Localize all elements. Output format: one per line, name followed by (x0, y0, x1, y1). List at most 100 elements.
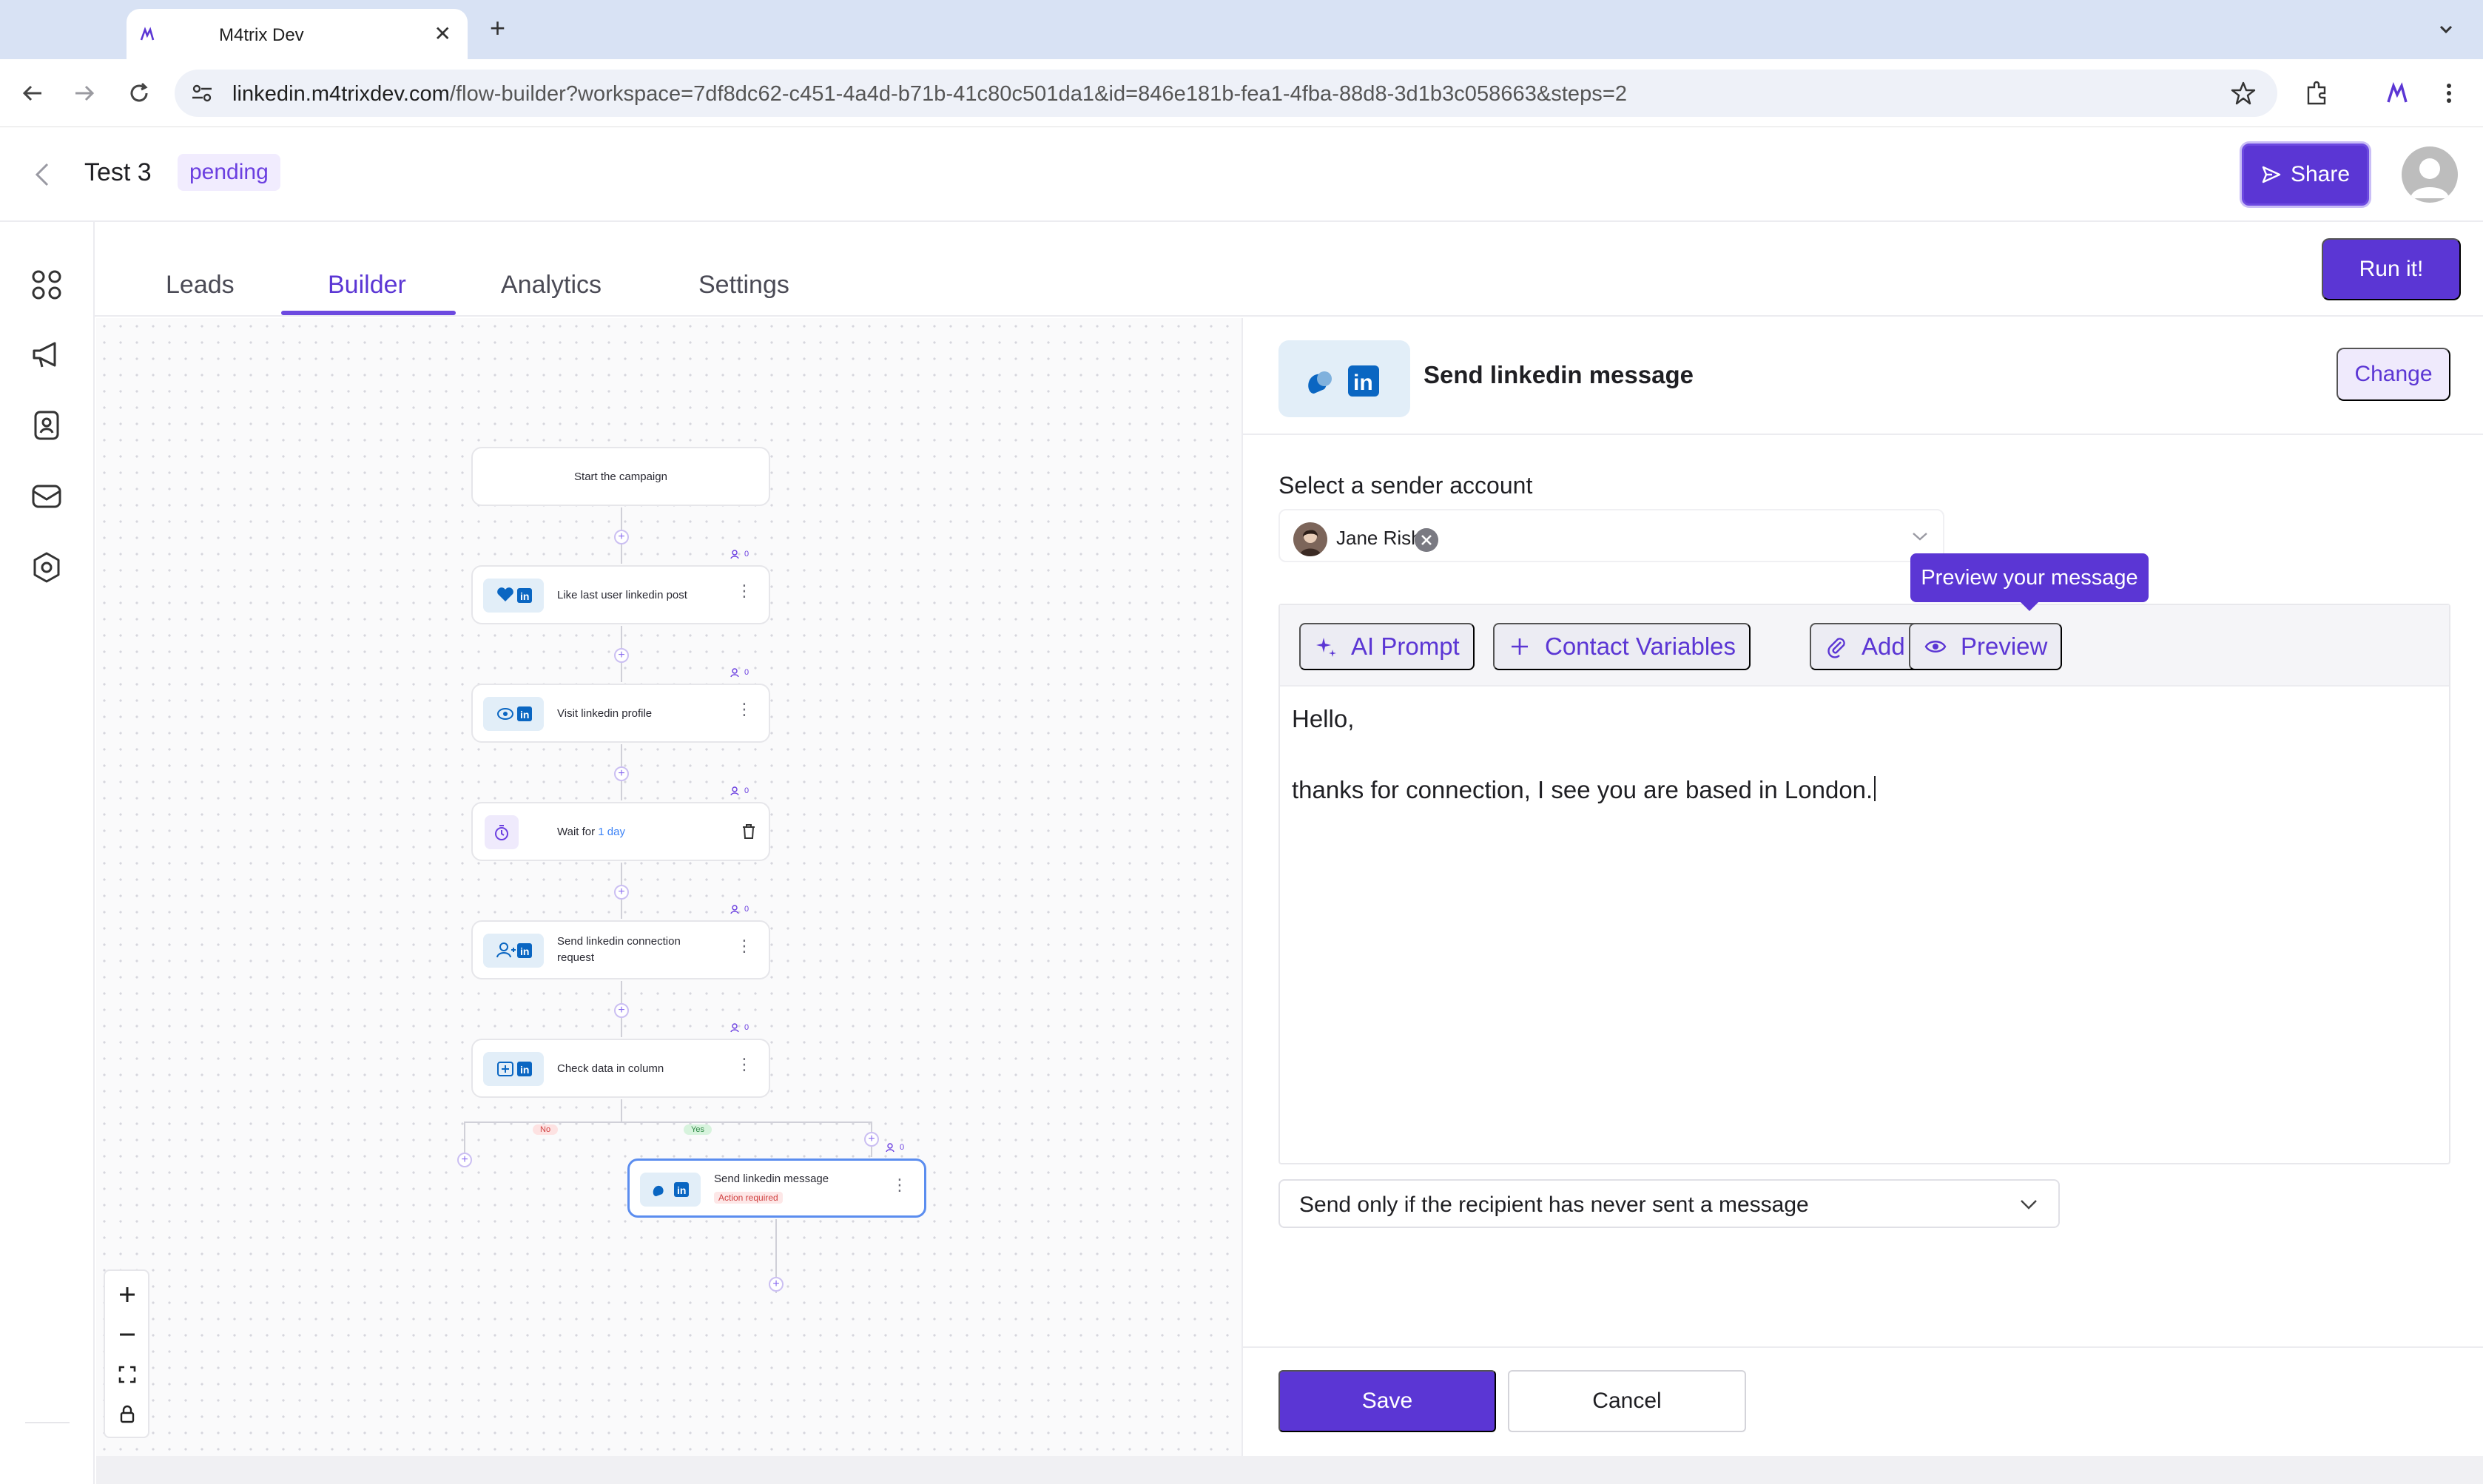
node-menu-icon[interactable]: ⋮ (736, 938, 752, 954)
zoom-out-icon[interactable] (114, 1321, 141, 1348)
mail-icon[interactable] (30, 479, 64, 513)
tab-builder[interactable]: Builder (328, 271, 406, 300)
flow-edge (621, 1099, 622, 1123)
message-linkedin-icon: in (1278, 340, 1410, 417)
flow-node-visit-profile[interactable]: in Visit linkedin profile ⋮ (471, 684, 770, 743)
tab-settings[interactable]: Settings (698, 271, 789, 300)
plus-icon (1512, 638, 1528, 655)
run-button[interactable]: Run it! (2322, 238, 2461, 300)
node-count: 0 (744, 786, 749, 795)
message-textarea[interactable]: Hello, thanks for connection, I see you … (1292, 701, 1876, 808)
start-node[interactable]: Start the campaign (471, 447, 770, 506)
flow-node-like-post[interactable]: in Like last user linkedin post ⋮ (471, 565, 770, 624)
lock-icon[interactable] (114, 1401, 141, 1428)
m4trix-logo-icon (140, 27, 155, 41)
add-label: Add (1862, 633, 1905, 660)
svg-text:in: in (520, 945, 529, 957)
url-path: /flow-builder?workspace=7df8dc62-c451-4a… (449, 82, 1628, 106)
user-avatar[interactable] (2402, 146, 2458, 203)
app-header: Test 3 pending Share (0, 127, 2483, 222)
node-count: 0 (900, 1143, 905, 1152)
megaphone-icon[interactable] (30, 337, 64, 371)
message-line: thanks for connection, I see you are bas… (1292, 776, 1873, 803)
tab-analytics[interactable]: Analytics (501, 271, 602, 300)
contacts-icon[interactable] (30, 408, 64, 442)
contact-variables-button[interactable]: Contact Variables (1493, 623, 1751, 670)
fit-view-icon[interactable] (114, 1361, 141, 1388)
node-lead-counter: 0 (730, 904, 749, 914)
add-step-button[interactable]: + (614, 885, 629, 900)
cancel-button[interactable]: Cancel (1508, 1370, 1746, 1432)
sender-avatar (1293, 522, 1327, 556)
tab-leads[interactable]: Leads (166, 271, 235, 300)
message-line-with-caret: thanks for connection, I see you are bas… (1292, 772, 1876, 808)
message-editor: AI Prompt Contact Variables Add Preview … (1278, 604, 2450, 1164)
editor-toolbar: AI Prompt Contact Variables Add Preview (1280, 605, 2449, 687)
left-nav-rail (0, 222, 95, 1484)
add-step-button[interactable]: + (864, 1132, 879, 1147)
branch-no-label: No (533, 1124, 559, 1135)
add-step-button[interactable]: + (457, 1153, 472, 1167)
back-arrow-icon[interactable] (19, 80, 46, 107)
change-step-button[interactable]: Change (2337, 348, 2450, 401)
node-menu-icon[interactable]: ⋮ (736, 1056, 752, 1073)
browser-tab[interactable]: M4trix Dev ✕ (127, 9, 468, 59)
add-step-button[interactable]: + (614, 530, 629, 544)
add-step-button[interactable]: + (614, 1003, 629, 1018)
node-label: Visit linkedin profile (557, 707, 653, 720)
add-step-button[interactable]: + (614, 766, 629, 781)
status-badge: pending (178, 154, 280, 191)
trash-icon[interactable] (741, 823, 757, 840)
like-linkedin-icon: in (483, 579, 544, 613)
dashboard-grid-icon[interactable] (30, 268, 64, 302)
zoom-in-icon[interactable] (114, 1281, 141, 1308)
save-button[interactable]: Save (1278, 1370, 1496, 1432)
node-menu-icon[interactable]: ⋮ (736, 583, 752, 599)
node-label: Check data in column (557, 1062, 664, 1075)
address-bar[interactable]: linkedin.m4trixdev.com/flow-builder?work… (175, 70, 2277, 117)
new-tab-button[interactable]: + (490, 15, 505, 41)
send-condition-value: Send only if the recipient has never sen… (1299, 1193, 1809, 1217)
share-button[interactable]: Share (2242, 144, 2369, 206)
flow-node-send-message[interactable]: in Send linkedin message Action required… (627, 1158, 926, 1218)
preview-button[interactable]: Preview (1909, 623, 2063, 670)
extensions-puzzle-icon[interactable] (2304, 80, 2331, 107)
sender-name: Jane Rishi (1336, 527, 1426, 549)
send-condition-select[interactable]: Send only if the recipient has never sen… (1278, 1179, 2060, 1228)
person-icon (886, 1143, 895, 1153)
settings-gear-icon[interactable] (30, 550, 64, 584)
tab-search-chevron-icon[interactable] (2434, 18, 2458, 41)
wait-duration[interactable]: 1 day (598, 826, 625, 838)
flow-node-check-data[interactable]: in Check data in column ⋮ (471, 1039, 770, 1098)
message-linkedin-icon: in (640, 1173, 701, 1207)
flow-node-connection-request[interactable]: in Send linkedin connection request ⋮ (471, 920, 770, 979)
flow-canvas[interactable]: Start the campaign + 0 in Like last user… (96, 318, 1242, 1456)
check-data-linkedin-icon: in (483, 1052, 544, 1086)
eye-icon (1924, 641, 1947, 652)
bookmark-star-icon[interactable] (2230, 80, 2257, 107)
node-count: 0 (744, 905, 749, 914)
ai-prompt-label: AI Prompt (1351, 633, 1460, 660)
back-chevron-icon[interactable] (30, 160, 56, 189)
remove-sender-icon[interactable] (1415, 528, 1438, 552)
svg-text:in: in (1353, 371, 1373, 395)
forward-arrow-icon[interactable] (71, 80, 98, 107)
reload-icon[interactable] (126, 80, 152, 107)
more-vert-icon[interactable] (2436, 80, 2462, 107)
url-host: linkedin.m4trixdev.com (232, 82, 450, 106)
node-menu-icon[interactable]: ⋮ (892, 1177, 908, 1193)
tab-close-button[interactable]: ✕ (434, 24, 451, 44)
add-step-button[interactable]: + (769, 1277, 784, 1292)
node-menu-icon[interactable]: ⋮ (736, 701, 752, 718)
site-settings-icon[interactable] (191, 83, 213, 104)
node-count: 0 (744, 668, 749, 677)
m4trix-extension-icon[interactable] (2384, 80, 2410, 107)
preview-tooltip: Preview your message (1910, 553, 2149, 611)
add-attachment-button[interactable]: Add (1810, 623, 1920, 670)
sender-account-select[interactable]: Jane Rishi (1278, 509, 1944, 562)
add-step-button[interactable]: + (614, 648, 629, 663)
flow-node-wait[interactable]: Wait for 1 day (471, 802, 770, 861)
node-label: Wait for 1 day (557, 824, 720, 840)
wait-label: Wait for (557, 826, 596, 838)
ai-prompt-button[interactable]: AI Prompt (1299, 623, 1475, 670)
